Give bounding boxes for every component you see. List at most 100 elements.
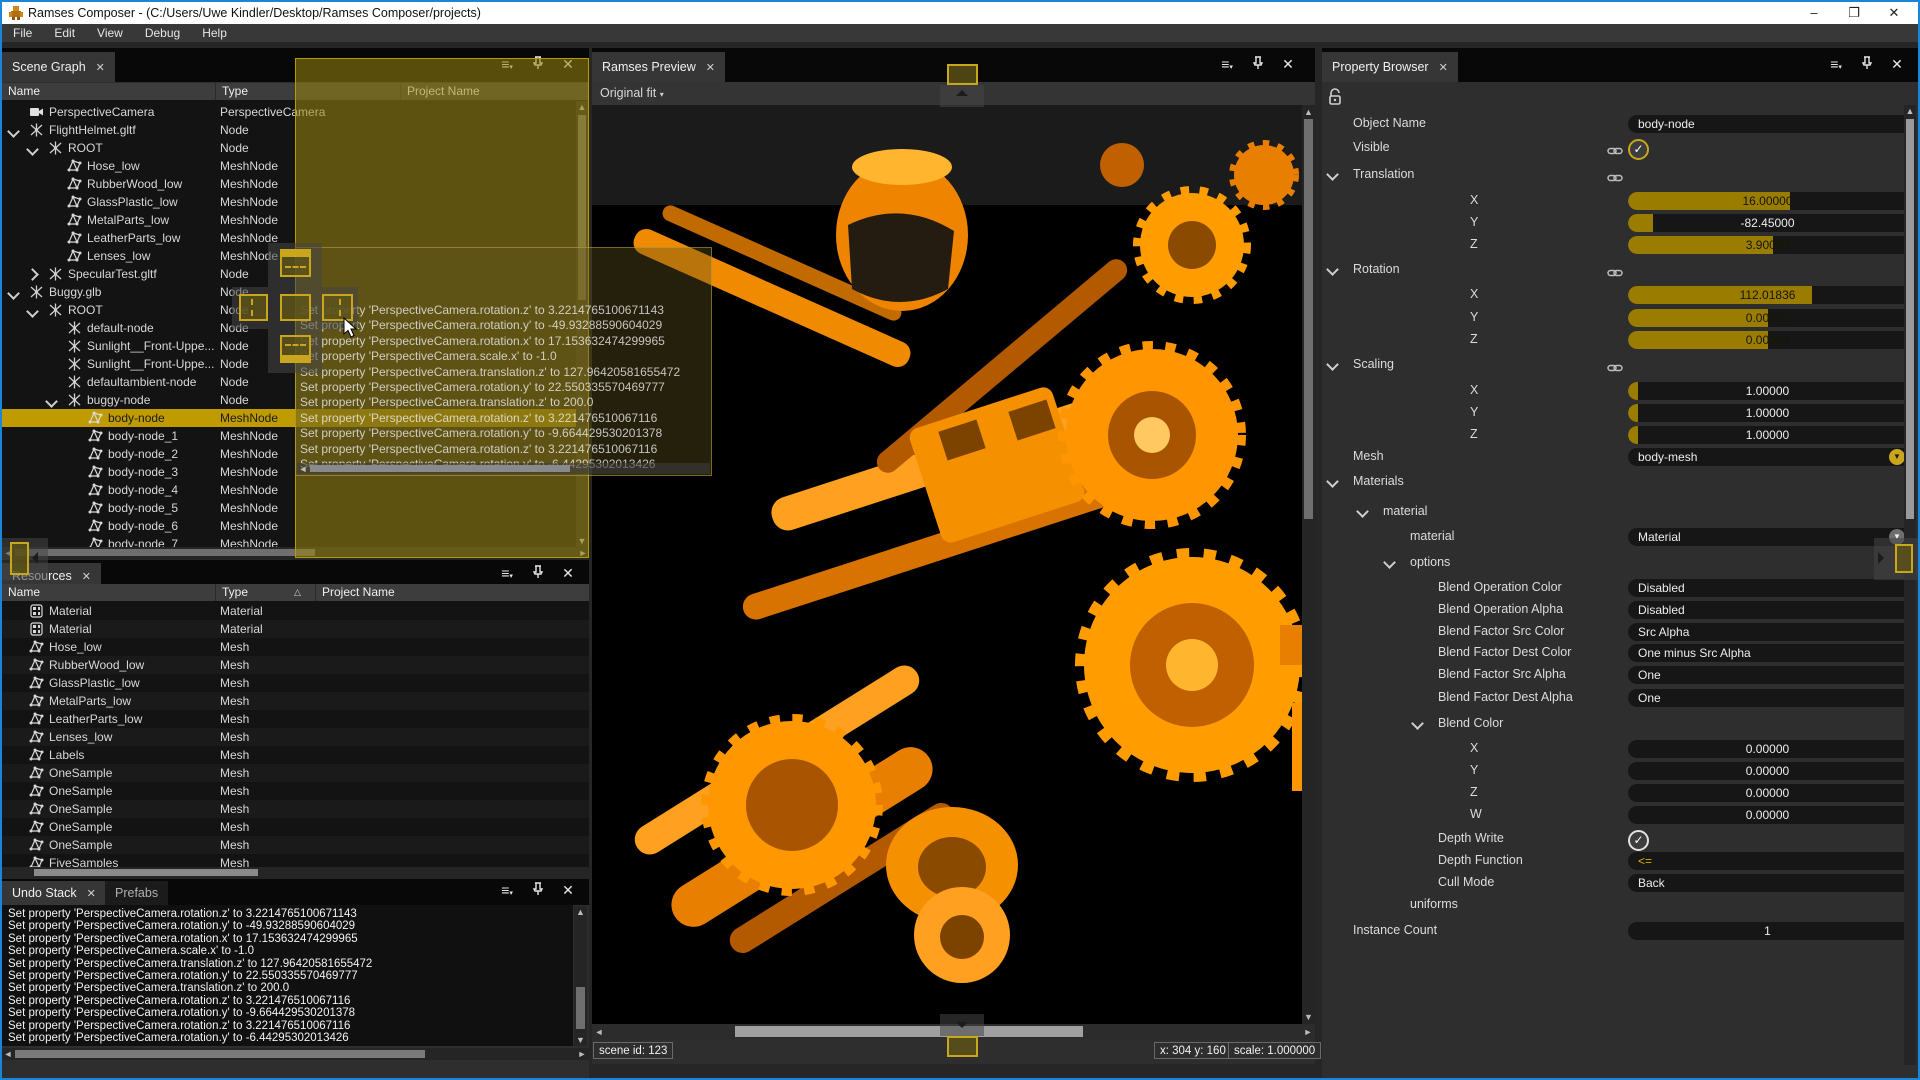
menu-file[interactable]: File (2, 24, 43, 42)
undo-log-line[interactable]: Set property 'PerspectiveCamera.rotation… (8, 933, 358, 945)
dropdown-button[interactable]: ▼ (1889, 449, 1905, 465)
resource-row-OneSample[interactable]: OneSampleMesh (2, 800, 589, 818)
field-cull-mode[interactable]: Back (1628, 874, 1907, 892)
collapse-icon[interactable] (1326, 263, 1339, 276)
expand-down-icon[interactable] (7, 125, 20, 138)
collapse-icon[interactable] (1383, 556, 1396, 569)
field-x[interactable]: 112.01836 (1628, 286, 1907, 304)
undo-log-line[interactable]: Set property 'PerspectiveCamera.rotation… (8, 970, 358, 982)
undo-hscrollbar[interactable]: ◄ ► (2, 1048, 589, 1060)
checkbox-depth-write[interactable]: ✓ (1628, 830, 1649, 851)
tab-undo-stack[interactable]: Undo Stack✕ (2, 881, 106, 905)
preview-vscrollbar[interactable]: ▲ ▼ (1302, 105, 1315, 1024)
close-panel-icon[interactable]: ✕ (555, 882, 581, 899)
field-blend-factor-src-color[interactable]: Src Alpha (1628, 623, 1907, 641)
resource-row-GlassPlastic_low[interactable]: GlassPlastic_lowMesh (2, 674, 589, 692)
undo-log-line[interactable]: Set property 'PerspectiveCamera.rotation… (8, 1007, 355, 1019)
dock-edge-top-indicator[interactable] (947, 64, 978, 85)
tab-close-icon[interactable]: ✕ (87, 888, 96, 900)
expand-right-icon[interactable] (26, 268, 39, 281)
resources-hscrollbar[interactable] (2, 867, 589, 878)
panel-menu-icon[interactable]: ≡▾ (1214, 56, 1240, 72)
undo-log-line[interactable]: Set property 'PerspectiveCamera.rotation… (8, 920, 355, 932)
collapse-icon[interactable] (1411, 717, 1424, 730)
resource-row-RubberWood_low[interactable]: RubberWood_lowMesh (2, 656, 589, 674)
field-blend-factor-src-alpha[interactable]: One (1628, 666, 1907, 684)
field-object-name[interactable]: body-node (1628, 115, 1907, 133)
resource-row-MetalParts_low[interactable]: MetalParts_lowMesh (2, 692, 589, 710)
checkbox-visible[interactable]: ✓ (1628, 139, 1649, 160)
expand-down-icon[interactable] (26, 143, 39, 156)
undo-log-line[interactable]: Set property 'PerspectiveCamera.rotation… (8, 1032, 349, 1044)
close-button[interactable]: ✕ (1874, 2, 1914, 24)
close-panel-icon[interactable]: ✕ (555, 565, 581, 582)
panel-menu-icon[interactable]: ≡▾ (494, 882, 520, 898)
dock-edge-left-indicator[interactable] (10, 542, 29, 575)
field-instance-count[interactable]: 1 (1628, 922, 1907, 940)
dock-top-indicator[interactable] (280, 249, 311, 277)
link-icon[interactable] (1607, 170, 1623, 180)
undo-log-line[interactable]: Set property 'PerspectiveCamera.translat… (8, 958, 372, 970)
field-x[interactable]: 0.00000 (1628, 740, 1907, 758)
resource-row-LeatherParts_low[interactable]: LeatherParts_lowMesh (2, 710, 589, 728)
undo-log-line[interactable]: Set property 'PerspectiveCamera.rotation… (8, 995, 350, 1007)
tab-ramses-preview[interactable]: Ramses Preview✕ (592, 52, 725, 82)
undo-vscrollbar[interactable]: ▲ ▼ (574, 906, 587, 1046)
field-y[interactable]: 1.00000 (1628, 404, 1907, 422)
field-depth-function[interactable]: <= (1628, 852, 1907, 870)
tab-close-icon[interactable]: ✕ (706, 62, 715, 74)
expand-down-icon[interactable] (7, 287, 20, 300)
expand-down-icon[interactable] (26, 305, 39, 318)
link-icon[interactable] (1607, 360, 1623, 370)
tab-close-icon[interactable]: ✕ (96, 62, 105, 74)
undo-log-line[interactable]: Set property 'PerspectiveCamera.rotation… (8, 908, 357, 920)
field-blend-operation-color[interactable]: Disabled (1628, 579, 1907, 597)
title-bar[interactable]: Ramses Composer - (C:/Users/Uwe Kindler/… (2, 2, 1918, 24)
panel-menu-icon[interactable]: ≡▾ (494, 565, 520, 581)
resource-row-OneSample[interactable]: OneSampleMesh (2, 782, 589, 800)
field-w[interactable]: 0.00000 (1628, 806, 1907, 824)
expand-down-icon[interactable] (45, 395, 58, 408)
pin-icon[interactable] (1245, 56, 1271, 73)
minimize-button[interactable]: – (1794, 2, 1834, 24)
collapse-icon[interactable] (1356, 505, 1369, 518)
resource-row-Lenses_low[interactable]: Lenses_lowMesh (2, 728, 589, 746)
dock-left-indicator[interactable] (239, 294, 268, 321)
menu-edit[interactable]: Edit (43, 24, 86, 42)
close-panel-icon[interactable]: ✕ (1275, 56, 1301, 73)
field-z[interactable]: 3.90000 (1628, 236, 1907, 254)
property-vscrollbar[interactable]: ▲ (1904, 105, 1916, 1065)
field-x[interactable]: 16.00000 (1628, 192, 1907, 210)
maximize-button[interactable]: ❐ (1834, 2, 1874, 24)
field-blend-factor-dest-color[interactable]: One minus Src Alpha (1628, 644, 1907, 662)
sort-asc-icon[interactable]: △ (294, 584, 301, 601)
resource-row-OneSample[interactable]: OneSampleMesh (2, 818, 589, 836)
pin-icon[interactable] (525, 882, 551, 899)
field-blend-operation-alpha[interactable]: Disabled (1628, 601, 1907, 619)
tab-scene-graph[interactable]: Scene Graph✕ (2, 52, 115, 82)
resource-row-Hose_low[interactable]: Hose_lowMesh (2, 638, 589, 656)
pin-icon[interactable] (525, 565, 551, 582)
dock-edge-bottom-indicator[interactable] (947, 1036, 978, 1057)
collapse-icon[interactable] (1326, 475, 1339, 488)
resource-row-OneSample[interactable]: OneSampleMesh (2, 764, 589, 782)
preview-viewport[interactable] (592, 105, 1302, 1024)
field-z[interactable]: 0.00000 (1628, 331, 1907, 349)
menu-help[interactable]: Help (191, 24, 238, 42)
link-icon[interactable] (1607, 265, 1623, 275)
field-y[interactable]: 0.00000 (1628, 762, 1907, 780)
field-mesh[interactable]: body-mesh▼ (1628, 448, 1907, 466)
resource-row-FiveSamples[interactable]: FiveSamplesMesh (2, 854, 589, 867)
field-x[interactable]: 1.00000 (1628, 382, 1907, 400)
undo-log-line[interactable]: Set property 'PerspectiveCamera.translat… (8, 982, 289, 994)
undo-log-line[interactable]: Set property 'PerspectiveCamera.rotation… (8, 1020, 350, 1032)
field-blend-factor-dest-alpha[interactable]: One (1628, 689, 1907, 707)
resource-row-Material[interactable]: MaterialMaterial (2, 620, 589, 638)
undo-log-list[interactable]: Set property 'PerspectiveCamera.rotation… (2, 905, 573, 1046)
field-z[interactable]: 1.00000 (1628, 426, 1907, 444)
field-z[interactable]: 0.00000 (1628, 784, 1907, 802)
dock-edge-right-indicator[interactable] (1895, 544, 1913, 573)
field-y[interactable]: -82.45000 (1628, 214, 1907, 232)
dock-center-indicator[interactable] (280, 294, 311, 321)
collapse-icon[interactable] (1326, 358, 1339, 371)
